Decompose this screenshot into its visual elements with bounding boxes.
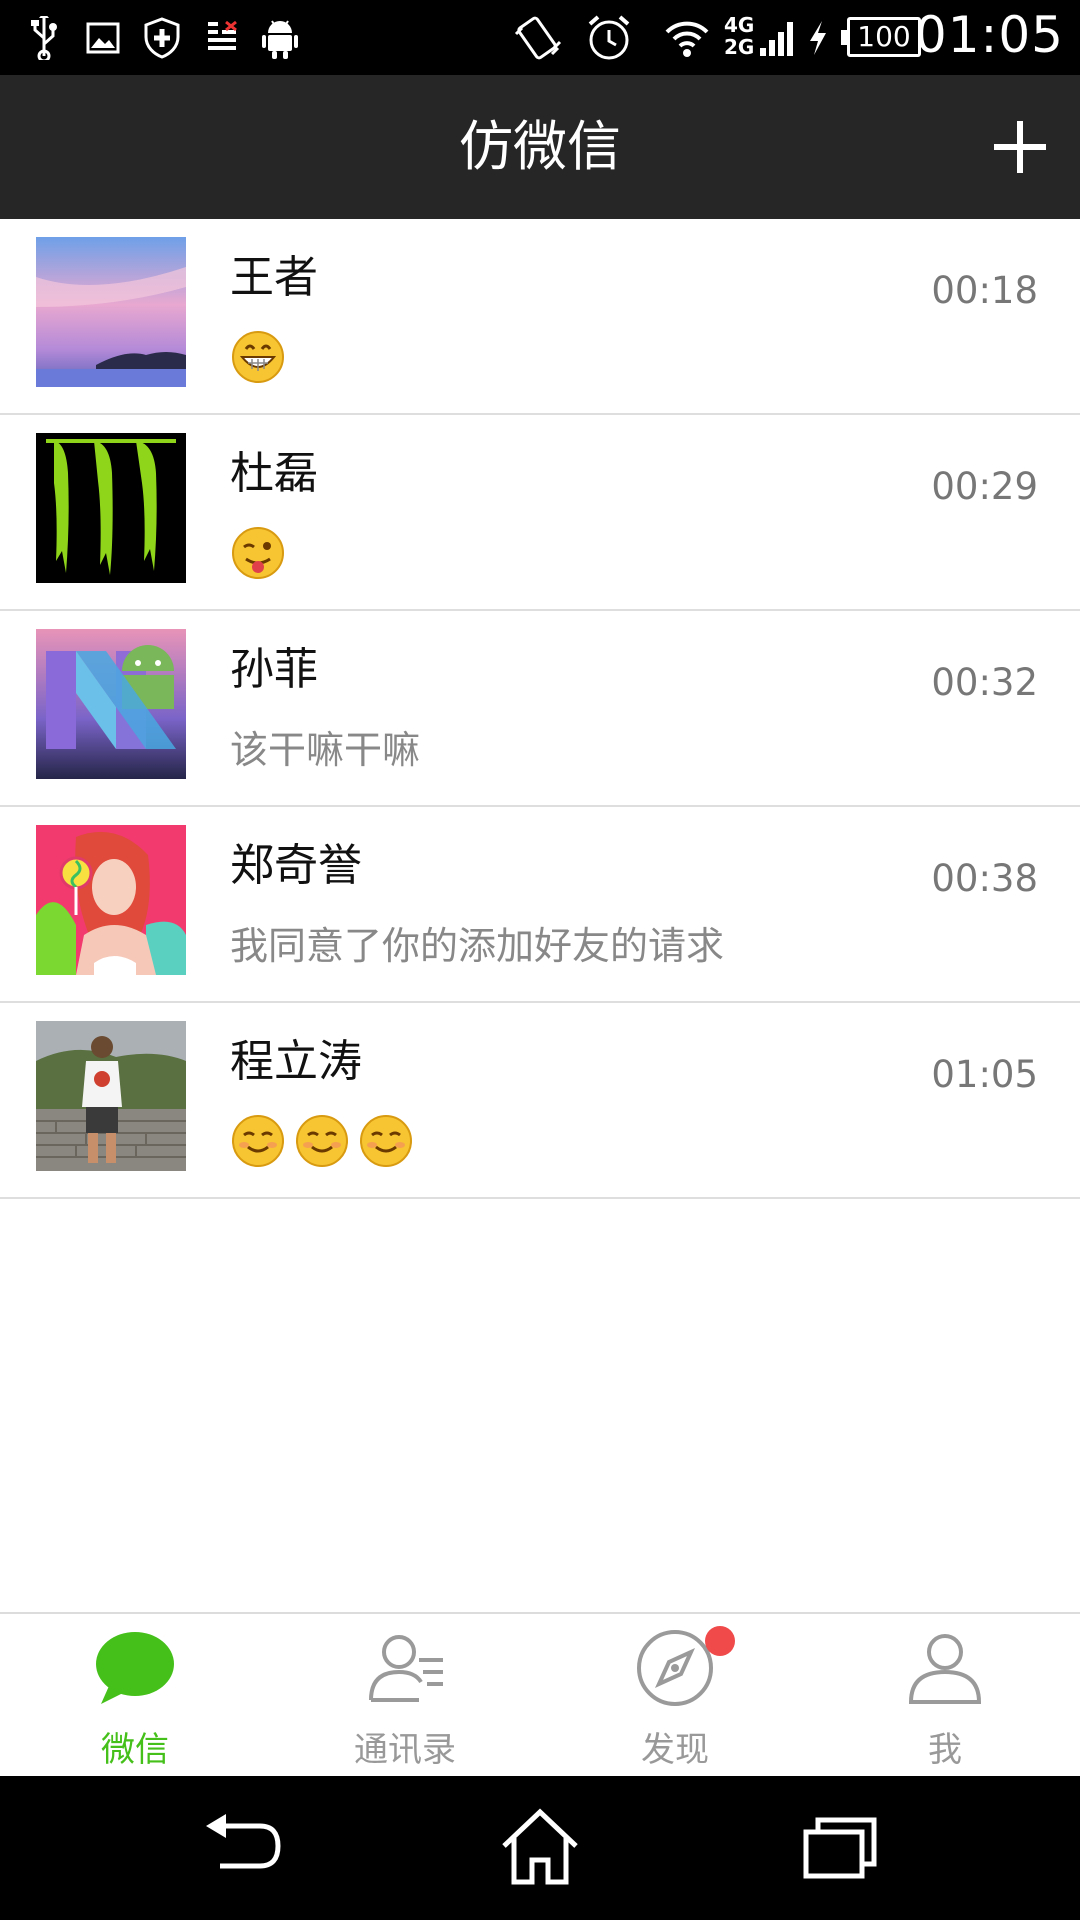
- avatar-man-great-wall[interactable]: [36, 1021, 186, 1171]
- avatar-android-n[interactable]: [36, 629, 186, 779]
- tab-wechat[interactable]: 微信: [0, 1614, 270, 1778]
- signal-icon: [760, 10, 796, 65]
- tab-label: 发现: [641, 1730, 709, 1770]
- home-icon: [502, 1808, 578, 1885]
- chat-time: 00:29: [931, 465, 1038, 508]
- grin-emoji-icon: [232, 331, 284, 383]
- recents-button[interactable]: [790, 1806, 890, 1890]
- chat-message-preview: 我同意了你的添加好友的请求: [230, 924, 725, 968]
- chat-time: 00:32: [931, 661, 1038, 704]
- tab-me[interactable]: 我: [810, 1614, 1080, 1778]
- tab-contacts[interactable]: 通讯录: [270, 1614, 540, 1778]
- compass-icon: [637, 1630, 713, 1706]
- data-icon: [206, 10, 240, 65]
- usb-icon: [30, 10, 58, 65]
- chat-list: 王者 00:18 杜磊 00:29 孙菲 该干嘛干嘛 00:32 郑奇誉 我同意…: [0, 219, 1080, 1199]
- battery-indicator: 100: [841, 17, 921, 57]
- avatar-green-claw[interactable]: [36, 433, 186, 583]
- chat-name: 孙菲: [230, 644, 318, 695]
- notification-dot: [705, 1626, 735, 1656]
- android-icon: [262, 10, 298, 65]
- page-title: 仿微信: [459, 115, 621, 178]
- title-bar: 仿微信: [0, 75, 1080, 219]
- add-button[interactable]: [980, 107, 1060, 187]
- chat-row-zhengqiyu[interactable]: 郑奇誉 我同意了你的添加好友的请求 00:38: [0, 807, 1080, 1003]
- chat-row-dulei[interactable]: 杜磊 00:29: [0, 415, 1080, 611]
- network-type-label: 4G 2G: [724, 13, 755, 59]
- smile-emoji-icon: [232, 1115, 284, 1167]
- vibrate-icon: [512, 10, 564, 65]
- tab-label: 微信: [101, 1730, 169, 1770]
- home-button[interactable]: [490, 1806, 590, 1890]
- plus-icon: [994, 121, 1046, 173]
- charging-icon: [806, 10, 830, 65]
- tab-label: 通讯录: [354, 1730, 456, 1770]
- status-bar: 4G 2G 100 01:05: [0, 0, 1080, 75]
- chat-row-wangzhe[interactable]: 王者 00:18: [0, 219, 1080, 415]
- bottom-tab-bar: 微信 通讯录 发现 我: [0, 1612, 1080, 1776]
- chat-row-sunfei[interactable]: 孙菲 该干嘛干嘛 00:32: [0, 611, 1080, 807]
- shield-icon: [144, 10, 180, 65]
- chat-name: 王者: [230, 252, 318, 303]
- chat-message-preview: 该干嘛干嘛: [230, 728, 421, 772]
- smile-emoji-icon: [360, 1115, 412, 1167]
- chat-time: 00:38: [931, 857, 1038, 900]
- tab-discover[interactable]: 发现: [540, 1614, 810, 1778]
- chat-name: 程立涛: [230, 1036, 362, 1087]
- recents-icon: [803, 1817, 877, 1879]
- back-icon: [206, 1814, 281, 1869]
- wifi-icon: [664, 10, 710, 65]
- chat-time: 01:05: [931, 1053, 1038, 1096]
- message-emojis: [230, 1113, 414, 1169]
- status-time: 01:05: [914, 6, 1064, 64]
- image-icon: [86, 10, 120, 65]
- person-icon: [908, 1634, 982, 1704]
- message-emojis: [230, 329, 286, 385]
- chat-bubble-icon: [96, 1632, 174, 1704]
- contacts-icon: [369, 1635, 443, 1702]
- smile-emoji-icon: [296, 1115, 348, 1167]
- back-button[interactable]: [190, 1806, 290, 1890]
- chat-time: 00:18: [931, 269, 1038, 312]
- tab-label: 我: [928, 1730, 962, 1770]
- chat-row-chenglitao[interactable]: 程立涛 01:05: [0, 1003, 1080, 1199]
- message-emojis: [230, 525, 286, 581]
- chat-name: 郑奇誉: [230, 840, 362, 891]
- alarm-icon: [584, 10, 634, 65]
- avatar-sunset-lake[interactable]: [36, 237, 186, 387]
- chat-name: 杜磊: [230, 448, 318, 499]
- wink-tongue-emoji-icon: [232, 527, 284, 579]
- avatar-woman-lollipop[interactable]: [36, 825, 186, 975]
- system-nav-bar: [0, 1776, 1080, 1920]
